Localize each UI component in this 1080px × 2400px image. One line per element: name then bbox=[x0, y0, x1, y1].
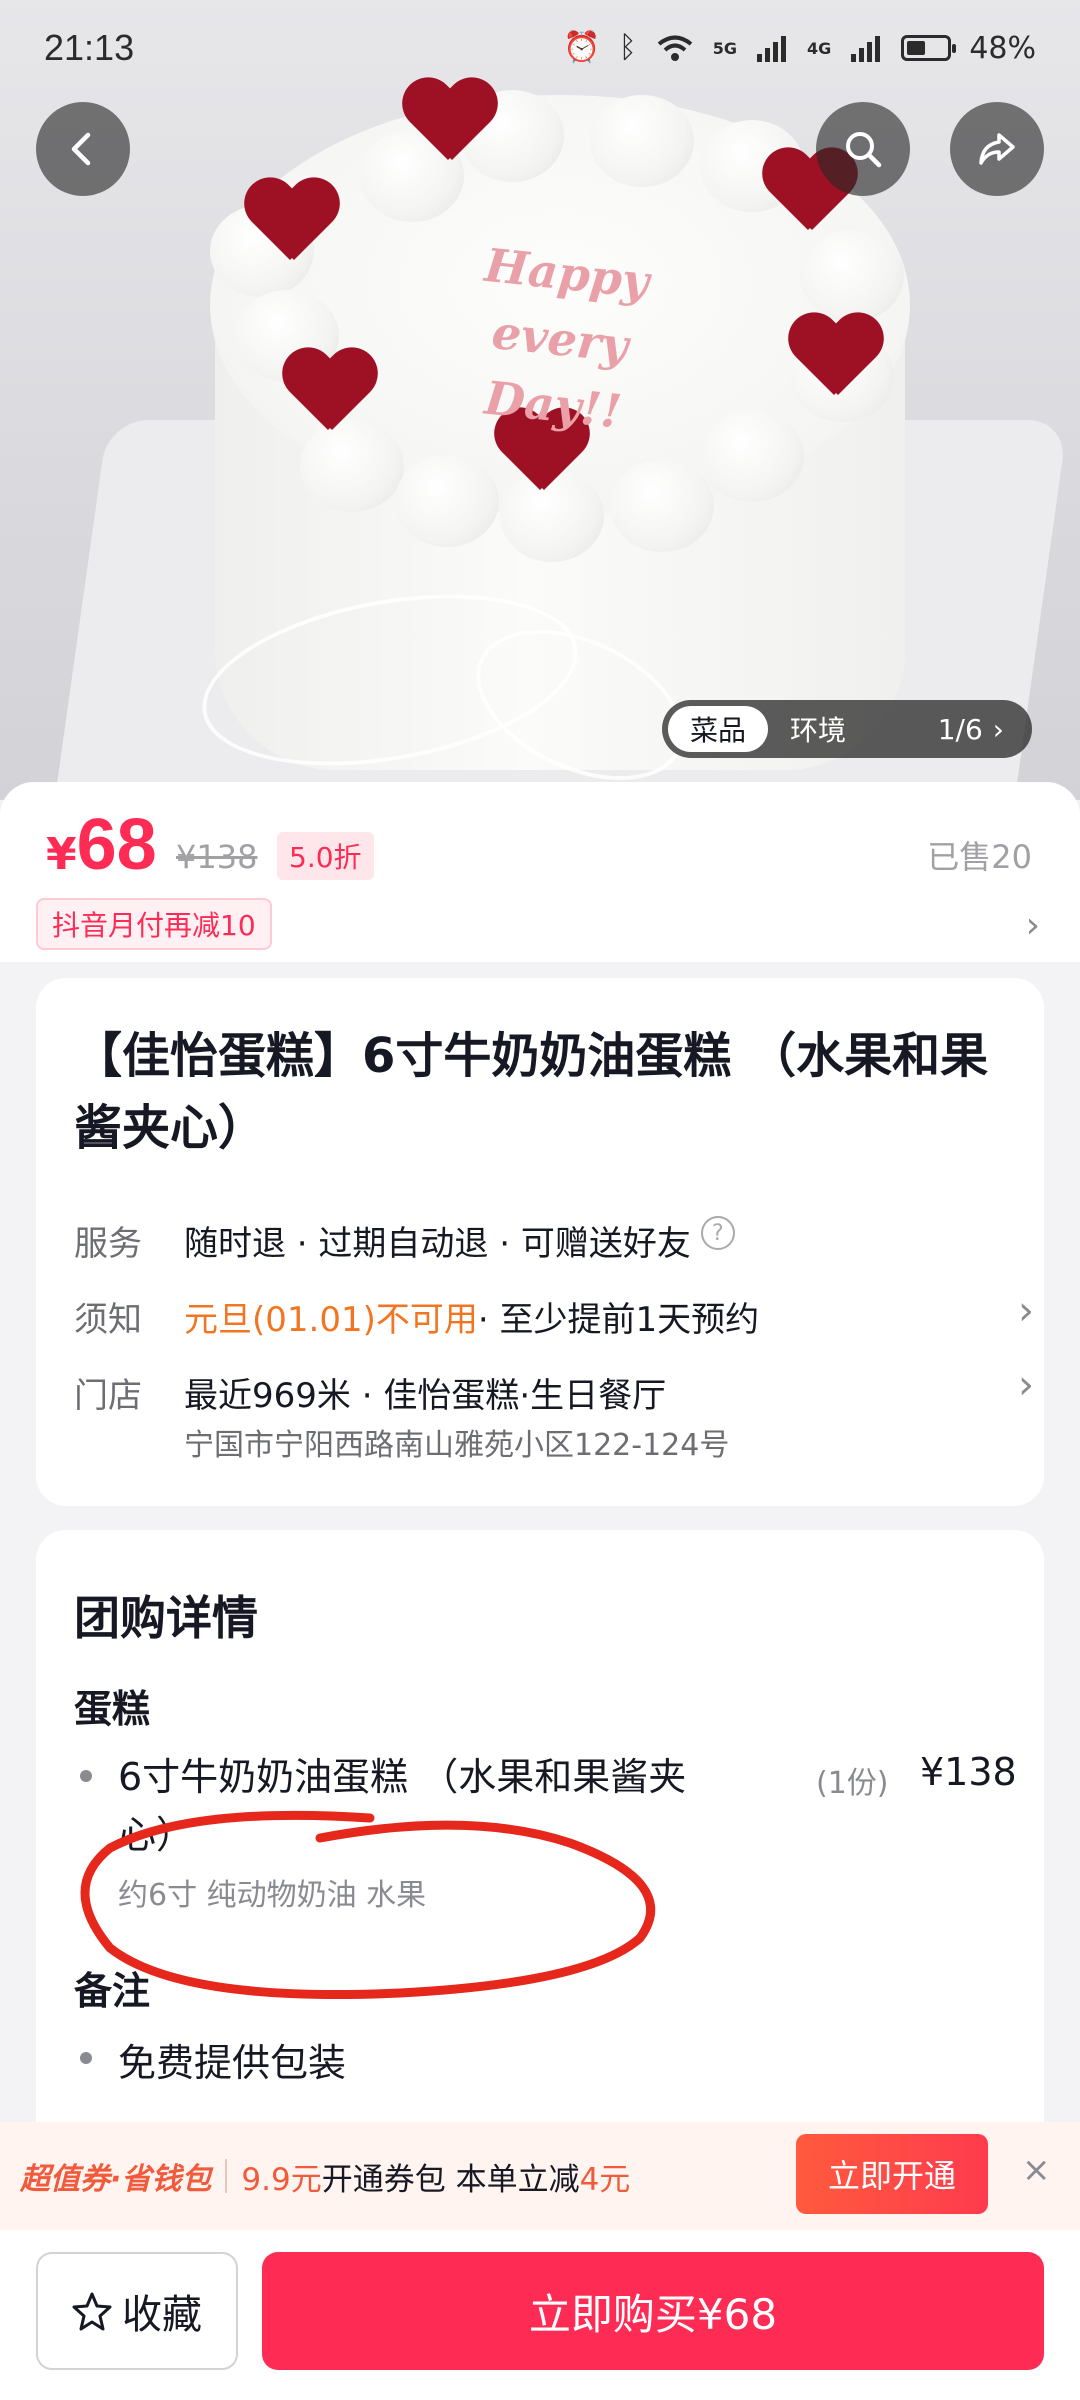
heart-decoration bbox=[786, 315, 882, 399]
category-title: 蛋糕 bbox=[74, 1687, 151, 1731]
signal-icon bbox=[851, 36, 881, 62]
network-5g-label: 5G bbox=[712, 38, 738, 58]
favorite-label: 收藏 bbox=[122, 2292, 202, 2338]
currency-symbol: ¥ bbox=[46, 829, 77, 880]
divider bbox=[225, 2159, 228, 2193]
cake-lettering: Happy every Day!! bbox=[410, 226, 709, 452]
notice-row[interactable]: 须知 元旦(01.01)不可用 · 至少提前1天预约 bbox=[74, 1292, 759, 1341]
search-icon bbox=[846, 132, 882, 168]
chevron-right-icon[interactable]: › bbox=[1018, 1362, 1034, 1408]
alarm-icon: ⏰ bbox=[563, 30, 601, 65]
signal-icon bbox=[757, 36, 787, 62]
bullet bbox=[80, 1770, 92, 1782]
status-bar: 21:13 ⏰ ᛒ 5G 4G 48% bbox=[0, 0, 1080, 96]
back-arrow-icon bbox=[71, 132, 91, 166]
buy-now-button[interactable]: 立即购买¥68 bbox=[262, 2252, 1044, 2370]
battery-percent: 48% bbox=[969, 30, 1036, 66]
gallery-counter[interactable]: 1/6 › bbox=[938, 713, 1026, 746]
product-title: 【佳怡蛋糕】6寸牛奶奶油蛋糕 （水果和果酱夹心） bbox=[74, 1028, 989, 1156]
bluetooth-icon: ᛒ bbox=[618, 30, 637, 65]
current-price-value: 68 bbox=[76, 805, 157, 885]
chevron-right-icon: › bbox=[992, 712, 1004, 746]
store-row[interactable]: 门店 最近969米 · 佳怡蛋糕·生日餐厅 bbox=[74, 1368, 666, 1417]
cream-puff bbox=[395, 455, 499, 547]
back-button[interactable] bbox=[36, 102, 130, 196]
help-icon[interactable]: ? bbox=[700, 1216, 735, 1250]
coupon-amount: 4元 bbox=[579, 2161, 631, 2198]
search-button[interactable] bbox=[816, 102, 910, 196]
cream-puff bbox=[800, 230, 904, 322]
store-label: 门店 bbox=[74, 1376, 142, 1416]
coupon-text: 开通券包 本单立减 bbox=[321, 2161, 580, 2198]
item-description: 约6寸 纯动物奶油 水果 bbox=[118, 1878, 427, 1913]
notice-warning: 元旦(01.01)不可用 bbox=[184, 1300, 478, 1340]
network-4g-label: 4G bbox=[807, 38, 832, 58]
service-text: 随时退 · 过期自动退 · 可赠送好友 bbox=[184, 1224, 691, 1264]
notes-title: 备注 bbox=[74, 1969, 151, 2013]
discount-badge: 5.0折 bbox=[277, 832, 374, 880]
service-label: 服务 bbox=[74, 1224, 142, 1264]
store-text: 最近969米 · 佳怡蛋糕·生日餐厅 bbox=[184, 1376, 667, 1416]
favorite-button[interactable]: 收藏 bbox=[36, 2252, 238, 2370]
store-address: 宁国市宁阳西路南山雅苑小区122-124号 bbox=[184, 1428, 730, 1463]
gallery-counter-text: 1/6 bbox=[937, 712, 983, 746]
item-price: ¥138 bbox=[920, 1750, 1017, 1794]
activate-coupon-button[interactable]: 立即开通 bbox=[796, 2134, 988, 2214]
wifi-icon bbox=[657, 35, 693, 61]
item-name: 6寸牛奶奶油蛋糕 （水果和果酱夹心） bbox=[118, 1755, 687, 1857]
coupon-price: 9.9元 bbox=[241, 2161, 322, 2198]
battery-level bbox=[907, 41, 926, 55]
tab-dishes[interactable]: 菜品 bbox=[668, 706, 769, 752]
promo-tag[interactable]: 抖音月付再减10 bbox=[36, 898, 272, 950]
original-price: ¥138 bbox=[176, 838, 258, 876]
cream-puff bbox=[610, 460, 714, 552]
tab-environment[interactable]: 环境 bbox=[768, 706, 868, 752]
heart-decoration bbox=[280, 350, 376, 434]
notice-label: 须知 bbox=[74, 1300, 142, 1340]
bullet bbox=[80, 2052, 92, 2064]
close-icon[interactable]: × bbox=[1022, 2150, 1051, 2190]
gallery-tabs: 菜品 环境 1/6 › bbox=[662, 700, 1032, 758]
heart-decoration bbox=[242, 180, 338, 264]
cream-puff bbox=[590, 95, 694, 187]
sold-count: 已售20 bbox=[927, 838, 1032, 876]
service-row: 服务 随时退 · 过期自动退 · 可赠送好友 ? bbox=[74, 1216, 735, 1265]
chevron-right-icon[interactable]: › bbox=[1026, 905, 1040, 946]
note-item: 免费提供包装 bbox=[118, 2041, 347, 2085]
star-icon bbox=[72, 2292, 112, 2331]
chevron-right-icon[interactable]: › bbox=[1018, 1288, 1034, 1334]
current-price: ¥ 68 bbox=[46, 804, 157, 886]
status-time: 21:13 bbox=[44, 27, 135, 68]
battery-icon bbox=[901, 35, 957, 61]
item-quantity: (1份) bbox=[816, 1766, 889, 1801]
cream-puff bbox=[700, 410, 804, 502]
coupon-brand: 超值券·省钱包 bbox=[20, 2162, 212, 2197]
product-image[interactable]: Happy every Day!! bbox=[0, 0, 1080, 800]
share-icon bbox=[979, 133, 1015, 165]
share-button[interactable] bbox=[950, 102, 1044, 196]
details-title: 团购详情 bbox=[74, 1591, 258, 1645]
notice-text: · 至少提前1天预约 bbox=[477, 1300, 760, 1340]
